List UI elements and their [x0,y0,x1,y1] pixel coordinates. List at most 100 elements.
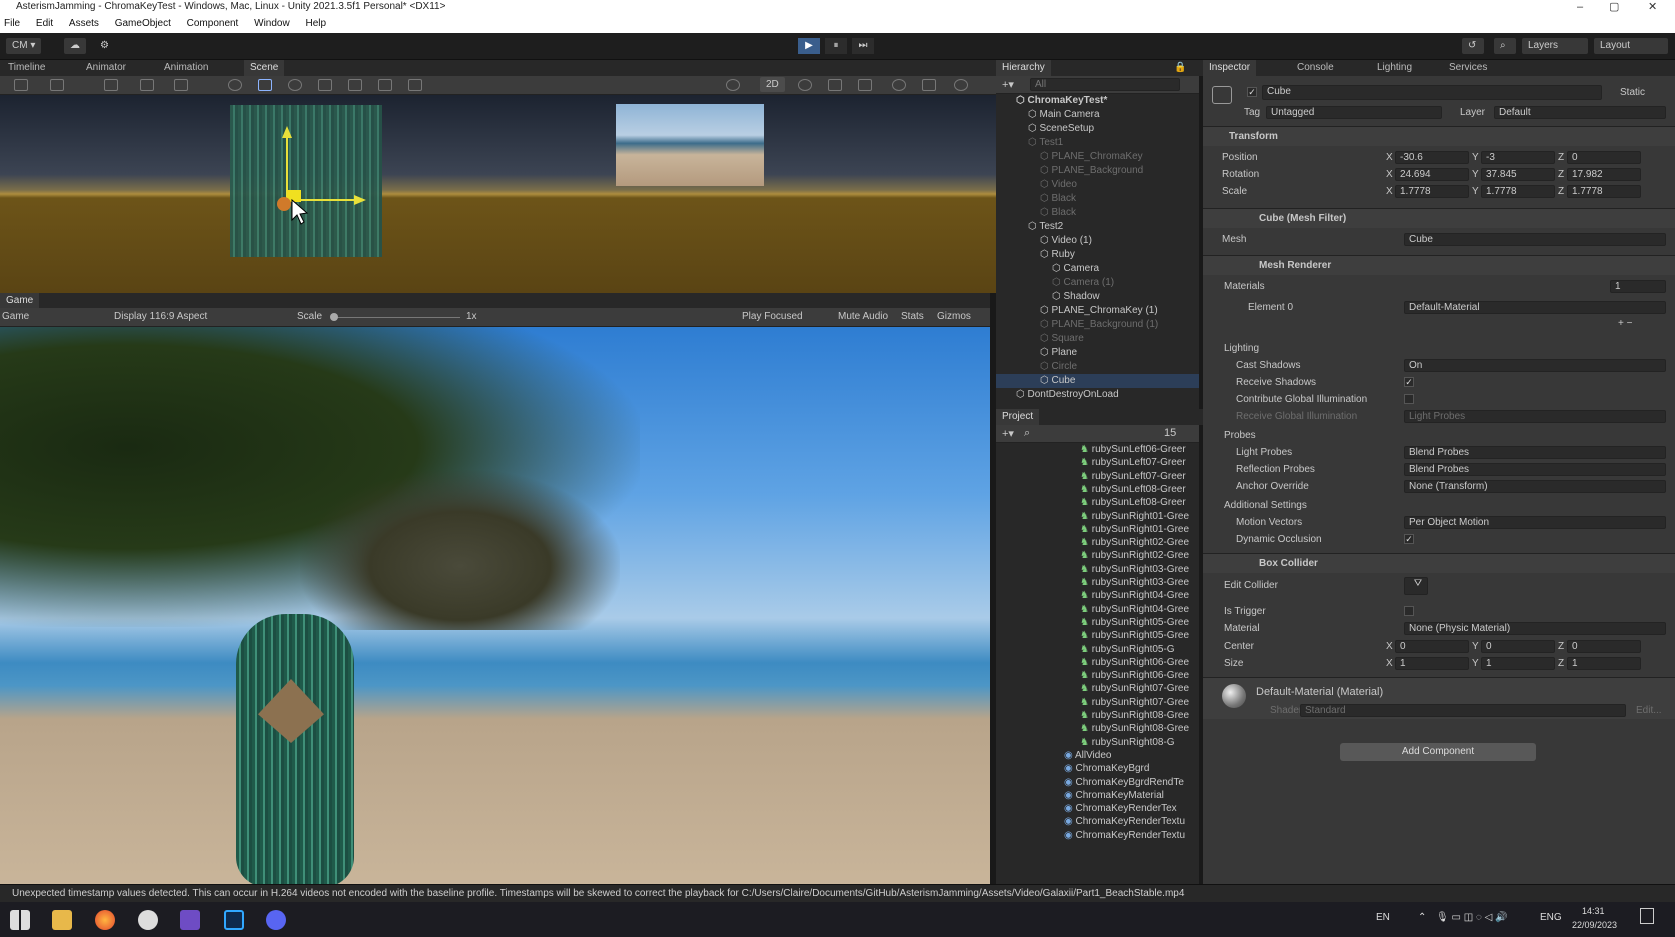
project-item[interactable]: ♞ rubySunRight08-G [1080,736,1175,750]
scene-view[interactable] [0,95,996,293]
object-name-field[interactable]: Cube [1262,85,1602,100]
scene-gizmo-icon[interactable] [726,79,740,91]
status-bar[interactable]: Unexpected timestamp values detected. Th… [0,884,1675,902]
menu-component[interactable]: Component [187,18,239,29]
project-item[interactable]: ♞ rubySunRight03-Gree [1080,563,1189,577]
scale-tool-icon[interactable] [318,79,332,91]
project-item[interactable]: ♞ rubySunRight02-Gree [1080,536,1189,550]
rotation-x-field[interactable]: 24.694 [1395,168,1469,181]
motion-vectors-dropdown[interactable]: Per Object Motion [1404,516,1666,529]
active-checkbox[interactable]: ✓ [1247,87,1257,97]
stats-toggle[interactable]: Stats [901,308,924,326]
gizmos-icon[interactable] [954,79,968,91]
rotation-z-field[interactable]: 17.982 [1567,168,1641,181]
fx-toggle-icon[interactable] [858,79,872,91]
scale-z-field[interactable]: 1.7778 [1567,185,1641,198]
visibility-icon[interactable] [892,79,906,91]
scale-x-field[interactable]: 1.7778 [1395,185,1469,198]
tab-scene[interactable]: Scene [244,60,285,76]
tab-animation[interactable]: Animation [158,60,214,76]
hierarchy-item[interactable]: ⬡ PLANE_Background [996,164,1199,178]
pause-button[interactable]: ⏸ [825,38,847,54]
display-dropdown[interactable]: Display 1 [114,308,155,326]
project-item[interactable]: ◉ ChromaKeyMaterial [1064,789,1164,803]
hierarchy-item[interactable]: ⬡ Ruby [996,248,1199,262]
project-item[interactable]: ♞ rubySunRight08-Gree [1080,709,1189,723]
light-probes-dropdown[interactable]: Blend Probes [1404,446,1666,459]
hierarchy-item[interactable]: ⬡ Circle [996,360,1199,374]
scale-slider[interactable] [332,317,460,318]
play-button[interactable]: ▶ [798,38,820,54]
hierarchy-item[interactable]: ⬡ Camera (1) [996,276,1199,290]
lighting-section[interactable]: Lighting [1224,343,1259,354]
project-item[interactable]: ♞ rubySunRight07-Gree [1080,682,1189,696]
audio-toggle-icon[interactable] [828,79,842,91]
game-display-mode-dropdown[interactable]: Game [2,308,74,326]
firefox-icon[interactable] [95,910,115,930]
tab-animator[interactable]: Animator [80,60,132,76]
hierarchy-item[interactable]: ⬡ SceneSetup [996,122,1199,136]
center-x-field[interactable]: 0 [1395,640,1469,653]
center-y-field[interactable]: 0 [1481,640,1555,653]
menu-edit[interactable]: Edit [36,18,53,29]
move-tool-icon[interactable] [258,79,272,91]
box-collider-header[interactable]: Box Collider [1203,553,1675,573]
mute-audio-toggle[interactable]: Mute Audio [838,308,888,326]
project-item[interactable]: ♞ rubySunLeft07-Greer [1080,456,1186,470]
project-add-button[interactable]: +▾ [1002,427,1014,440]
static-toggle[interactable]: Static [1620,87,1645,98]
project-item[interactable]: ◉ AllVideo [1064,749,1111,763]
snap-icon[interactable] [140,79,154,91]
status-message[interactable]: Unexpected timestamp values detected. Th… [12,888,1184,899]
probes-section[interactable]: Probes [1224,430,1256,441]
tab-hierarchy[interactable]: Hierarchy [996,60,1051,76]
minimize-button[interactable]: – [1577,0,1583,14]
is-trigger-checkbox[interactable] [1404,606,1414,616]
project-item[interactable]: ♞ rubySunRight04-Gree [1080,603,1189,617]
custom-tool-icon[interactable] [408,79,422,91]
receive-shadows-checkbox[interactable]: ✓ [1404,377,1414,387]
add-component-button[interactable]: Add Component [1340,743,1536,761]
scale-slider-handle[interactable] [330,313,338,321]
clock-date[interactable]: 22/09/2023 [1572,920,1617,930]
project-item[interactable]: ♞ rubySunRight05-Gree [1080,629,1189,643]
project-item[interactable]: ◉ ChromaKeyRenderTextu [1064,815,1185,829]
language-indicator[interactable]: EN [1376,912,1390,923]
contribute-gi-checkbox[interactable] [1404,394,1414,404]
project-item[interactable]: ♞ rubySunRight02-Gree [1080,549,1189,563]
hand-tool-icon[interactable] [228,79,242,91]
element0-field[interactable]: Default-Material [1404,301,1666,314]
input-language[interactable]: ENG [1540,912,1562,923]
hierarchy-item[interactable]: ⬡ Test1 [996,136,1199,150]
layer-dropdown[interactable]: Default [1494,106,1666,119]
project-search-icon[interactable]: ⌕ [1024,427,1030,440]
additional-settings-section[interactable]: Additional Settings [1224,500,1307,511]
project-item[interactable]: ♞ rubySunRight01-Gree [1080,523,1189,537]
rect-tool-icon[interactable] [348,79,362,91]
menu-file[interactable]: File [4,18,20,29]
position-y-field[interactable]: -3 [1481,151,1555,164]
notifications-icon[interactable] [1640,908,1654,924]
search-icon[interactable]: ⌕ [1494,38,1516,54]
tray-icons[interactable]: 🎙 ▭ ◫ ◌ ◁ 🔊 [1436,912,1508,923]
tray-chevron-icon[interactable]: ⌃ [1418,912,1426,923]
tab-timeline[interactable]: Timeline [2,60,51,76]
project-item[interactable]: ♞ rubySunRight05-Gree [1080,616,1189,630]
hierarchy-search-input[interactable]: All [1030,78,1180,91]
position-z-field[interactable]: 0 [1567,151,1641,164]
transform-tool-icon[interactable] [378,79,392,91]
hierarchy-add-button[interactable]: +▾ [1002,78,1014,91]
scene-video-plane[interactable] [616,104,764,186]
hierarchy-item[interactable]: ⬡ Main Camera [996,108,1199,122]
anchor-override-field[interactable]: None (Transform) [1404,480,1666,493]
rotation-y-field[interactable]: 37.845 [1481,168,1555,181]
hierarchy-item[interactable]: ⬡ Video (1) [996,234,1199,248]
hierarchy-item[interactable]: ⬡ Shadow [996,290,1199,304]
hierarchy-item[interactable]: ⬡ Test2 [996,220,1199,234]
hierarchy-item[interactable]: ⬡ DontDestroyOnLoad [996,388,1199,402]
project-item[interactable]: ♞ rubySunRight01-Gree [1080,510,1189,524]
scale-y-field[interactable]: 1.7778 [1481,185,1555,198]
account-dropdown[interactable]: CM ▾ [6,38,42,54]
camera-icon[interactable] [922,79,936,91]
hierarchy-item[interactable]: ⬡ Black [996,192,1199,206]
